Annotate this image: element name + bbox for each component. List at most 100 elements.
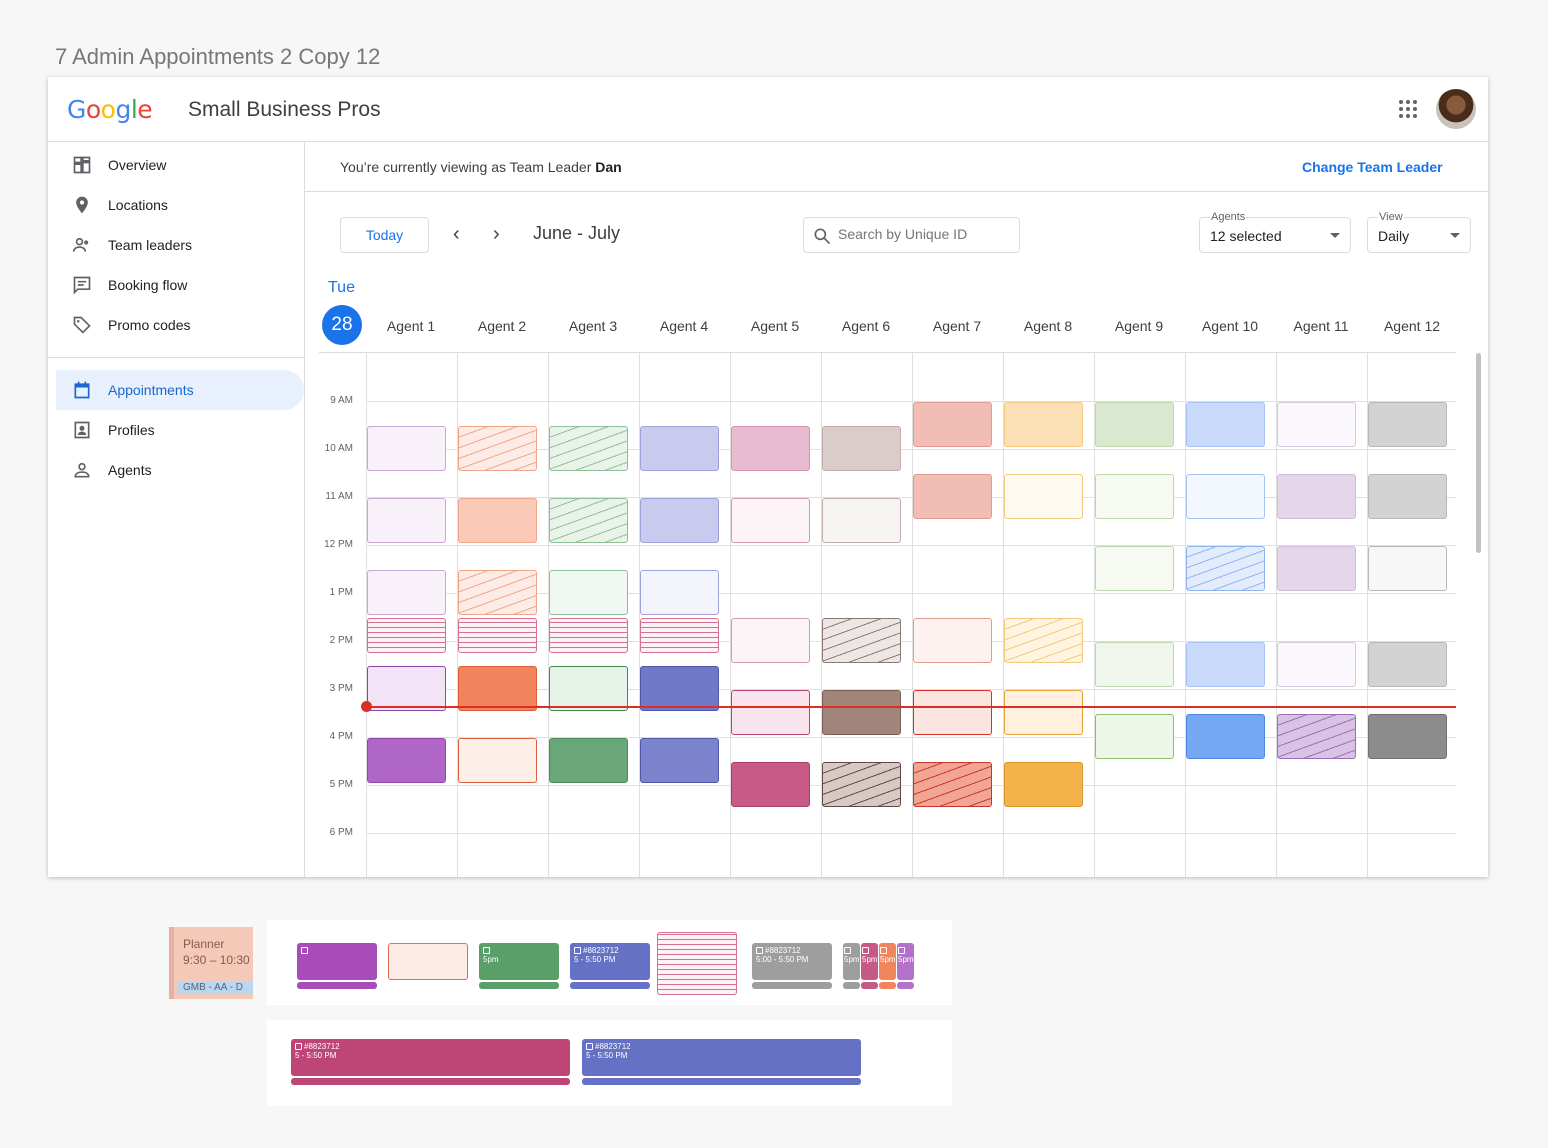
appointment-block[interactable] <box>1368 546 1447 591</box>
sidebar-item-booking-flow[interactable]: Booking flow <box>56 265 304 305</box>
appointment-block[interactable] <box>1277 714 1356 759</box>
appointment-block[interactable] <box>1368 474 1447 519</box>
appointment-block[interactable] <box>1004 690 1083 735</box>
appointment-block[interactable] <box>367 570 446 615</box>
appointment-block[interactable] <box>913 474 992 519</box>
legend-card-purple[interactable] <box>297 943 377 980</box>
sidebar-item-appointments[interactable]: Appointments <box>56 370 304 410</box>
appointment-block[interactable] <box>640 426 719 471</box>
appointment-block[interactable] <box>822 426 901 471</box>
sidebar-item-overview[interactable]: Overview <box>56 145 304 185</box>
appointment-block[interactable] <box>1186 474 1265 519</box>
appointment-block[interactable] <box>549 666 628 711</box>
legend-card-green[interactable]: 5pm <box>479 943 559 980</box>
legend-card-narrow[interactable]: 5pm <box>843 943 860 980</box>
appointment-block[interactable] <box>913 690 992 735</box>
search-input[interactable] <box>838 226 1008 242</box>
appointment-block[interactable] <box>1186 402 1265 447</box>
legend-card-hatched[interactable] <box>657 932 737 995</box>
legend-card-blue[interactable]: #8823712 5 - 5:50 PM <box>570 943 650 980</box>
appointment-block[interactable] <box>549 618 628 654</box>
appointment-block[interactable] <box>731 498 810 543</box>
appointment-block[interactable] <box>731 690 810 735</box>
appointment-block[interactable] <box>1186 642 1265 687</box>
appointment-block[interactable] <box>1277 474 1356 519</box>
appointment-block[interactable] <box>913 402 992 447</box>
time-label: 9 AM <box>330 395 353 406</box>
appointment-block[interactable] <box>1004 762 1083 807</box>
appointment-block[interactable] <box>731 426 810 471</box>
appointment-block[interactable] <box>1186 714 1265 759</box>
avatar[interactable] <box>1436 89 1476 129</box>
appointment-block[interactable] <box>822 762 901 807</box>
search-field[interactable] <box>803 217 1020 253</box>
appointment-block[interactable] <box>458 666 537 711</box>
appointment-block[interactable] <box>1277 546 1356 591</box>
appointment-block[interactable] <box>458 570 537 615</box>
sidebar-item-team-leaders[interactable]: Team leaders <box>56 225 304 265</box>
appointment-block[interactable] <box>549 738 628 783</box>
day-number[interactable]: 28 <box>322 305 362 345</box>
legend-card-wide-pink[interactable]: #8823712 5 - 5:50 PM <box>291 1039 570 1076</box>
appointment-block[interactable] <box>458 426 537 471</box>
view-select[interactable]: View Daily <box>1367 211 1471 253</box>
appointment-block[interactable] <box>1277 402 1356 447</box>
legend-card-narrow[interactable]: 5pm <box>897 943 914 980</box>
legend-card-wide-blue[interactable]: #8823712 5 - 5:50 PM <box>582 1039 861 1076</box>
appointment-block[interactable] <box>1277 642 1356 687</box>
appointment-block[interactable] <box>1186 546 1265 591</box>
appointment-block[interactable] <box>367 618 446 654</box>
appointment-block[interactable] <box>1368 402 1447 447</box>
appointment-block[interactable] <box>1004 402 1083 447</box>
appointment-block[interactable] <box>367 498 446 543</box>
appointment-block[interactable] <box>367 738 446 783</box>
appointment-block[interactable] <box>640 498 719 543</box>
legend-card-outline[interactable] <box>388 943 468 980</box>
appointment-block[interactable] <box>1368 714 1447 759</box>
next-icon[interactable]: › <box>493 223 500 246</box>
appointment-block[interactable] <box>1368 642 1447 687</box>
today-button[interactable]: Today <box>340 217 429 253</box>
appointment-block[interactable] <box>549 498 628 543</box>
legend-card-grey[interactable]: #8823712 5:00 - 5:50 PM <box>752 943 832 980</box>
appointment-block[interactable] <box>1004 474 1083 519</box>
appointment-block[interactable] <box>458 618 537 654</box>
change-team-leader-link[interactable]: Change Team Leader <box>1302 159 1443 175</box>
planner-card[interactable]: Planner 9:30 – 10:30 GMB - AA - D <box>169 927 253 999</box>
legend-card-narrow[interactable]: 5pm <box>861 943 878 980</box>
apps-grid-icon[interactable] <box>1398 99 1418 119</box>
appointment-block[interactable] <box>458 498 537 543</box>
appointment-block[interactable] <box>1095 642 1174 687</box>
appointment-block[interactable] <box>640 618 719 654</box>
appointment-block[interactable] <box>640 738 719 783</box>
appointment-block[interactable] <box>367 426 446 471</box>
appointment-block[interactable] <box>822 618 901 663</box>
appointment-block[interactable] <box>367 666 446 711</box>
appointment-block[interactable] <box>549 426 628 471</box>
schedule-grid: 9 AM 10 AM 11 AM 12 PM 1 PM 2 PM 3 PM 4 PM 5 PM 6… <box>319 352 1456 877</box>
scrollbar[interactable] <box>1476 353 1481 553</box>
appointment-block[interactable] <box>640 570 719 615</box>
appointment-block[interactable] <box>458 738 537 783</box>
agents-select[interactable]: Agents 12 selected <box>1199 211 1351 253</box>
prev-icon[interactable]: ‹ <box>453 223 460 246</box>
google-logo[interactable]: Google <box>67 95 153 124</box>
appointment-block[interactable] <box>1004 618 1083 663</box>
appointment-block[interactable] <box>549 570 628 615</box>
appointment-block[interactable] <box>640 666 719 711</box>
appointment-block[interactable] <box>1095 714 1174 759</box>
appointment-block[interactable] <box>731 618 810 663</box>
appointment-block[interactable] <box>913 762 992 807</box>
appointment-block[interactable] <box>822 690 901 735</box>
appointment-block[interactable] <box>731 762 810 807</box>
appointment-block[interactable] <box>1095 402 1174 447</box>
appointment-block[interactable] <box>822 498 901 543</box>
appointment-block[interactable] <box>1095 474 1174 519</box>
legend-card-narrow[interactable]: 5pm <box>879 943 896 980</box>
appointment-block[interactable] <box>913 618 992 663</box>
appointment-block[interactable] <box>1095 546 1174 591</box>
sidebar-item-profiles[interactable]: Profiles <box>56 410 304 450</box>
sidebar-item-locations[interactable]: Locations <box>56 185 304 225</box>
sidebar-item-agents[interactable]: Agents <box>56 450 304 490</box>
sidebar-item-promo-codes[interactable]: Promo codes <box>56 305 304 345</box>
